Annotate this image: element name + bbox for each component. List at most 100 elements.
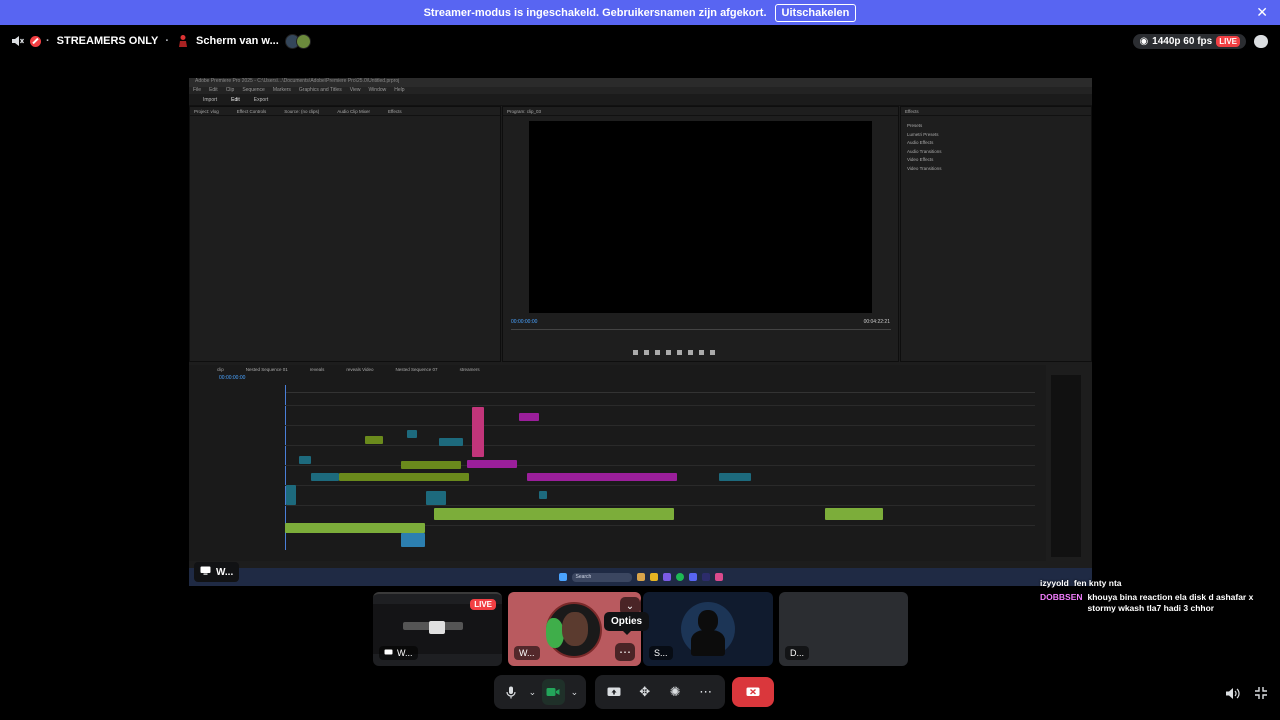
premiere-title-bar: Adobe Premiere Pro 2025 - C:\Users\...\D…	[189, 78, 1092, 87]
program-timecode: 00:00:00:00	[511, 319, 538, 325]
live-badge: LIVE	[470, 599, 496, 610]
activities-icon[interactable]: ✥	[632, 679, 659, 705]
effects-list: Presets Lumetri Presets Audio Effects Au…	[907, 122, 1091, 173]
mic-icon[interactable]	[500, 679, 523, 705]
participant-tile[interactable]: D...	[779, 592, 908, 666]
screen-share-video[interactable]: Adobe Premiere Pro 2025 - C:\Users\...\D…	[189, 78, 1092, 586]
channel-name[interactable]: STREAMERS ONLY	[57, 35, 159, 47]
viewer-avatars[interactable]	[284, 33, 311, 49]
menu-item: File	[193, 87, 202, 93]
timeline-ruler	[285, 383, 1035, 393]
options-tooltip: Opties	[604, 612, 650, 635]
avatar	[295, 33, 311, 49]
separator: ·	[46, 35, 50, 47]
discord-stream-view: Streamer-modus is ingeschakeld. Gebruike…	[0, 0, 1280, 720]
timeline-clip	[472, 407, 484, 457]
chevron-down-icon[interactable]: ⌄	[527, 679, 538, 705]
quality-text: 1440p 60 fps	[1152, 35, 1213, 47]
separator: ·	[165, 35, 170, 47]
panel-tab: Audio Clip Mixer	[337, 108, 370, 114]
effects-item: Presets	[907, 123, 923, 128]
tile-label: S...	[649, 646, 673, 660]
camera-icon[interactable]	[542, 679, 565, 705]
menu-item: Sequence	[242, 87, 265, 93]
chat-username: DOBBSEN	[1040, 592, 1083, 602]
timeline-clip	[401, 533, 425, 547]
tile-name: W...	[519, 648, 535, 658]
chevron-down-icon[interactable]: ⌄	[569, 679, 580, 705]
timeline-tab: streamers	[459, 366, 480, 372]
avatar-figure	[691, 630, 725, 656]
track-line	[285, 405, 1035, 406]
close-icon[interactable]: ✕	[1256, 4, 1268, 21]
effects-item: Audio Transitions	[907, 148, 942, 154]
program-monitor: Program: clip_03 00:00:00:00 00:04:22:21	[502, 106, 899, 362]
no-entry-icon	[30, 35, 41, 47]
screen-share-icon	[429, 621, 445, 634]
transport-controls	[633, 350, 783, 356]
quality-icon: ◉	[1139, 35, 1149, 47]
more-icon[interactable]: ⋯	[693, 679, 720, 705]
track-line	[285, 425, 1035, 426]
chat-overlay: izyyold fen knty nta DOBBSEN khouya bina…	[1040, 578, 1275, 617]
timeline-clip	[339, 473, 469, 481]
windows-taskbar: Search	[189, 568, 1092, 586]
voice-controls: ⌄ ⌄	[494, 675, 586, 709]
chat-icon[interactable]	[1254, 34, 1268, 48]
activity-group: ✥ ✺ ⋯	[595, 675, 725, 709]
screen-share-label: W...	[194, 562, 240, 582]
chat-message: DOBBSEN khouya bina reaction ela disk d …	[1040, 592, 1275, 614]
effects-item: Video Transitions	[907, 165, 942, 171]
disable-streamer-mode-button[interactable]: Uitschakelen	[774, 3, 857, 22]
stream-header: · STREAMERS ONLY · Scherm van w... ◉ 144…	[0, 28, 1280, 54]
folder-icon	[649, 573, 658, 581]
timeline-clip	[365, 436, 383, 444]
volume-icon[interactable]	[1224, 685, 1240, 701]
participant-tile-screen[interactable]: LIVE W...	[373, 592, 502, 666]
timeline-clip	[825, 508, 883, 520]
control-icon	[655, 350, 660, 355]
stream-title[interactable]: Scherm van w...	[196, 35, 279, 47]
timeline-clip	[401, 461, 461, 469]
more-options-icon[interactable]: ⋯	[615, 643, 635, 661]
tile-label: D...	[785, 646, 810, 660]
chat-username: izyyold	[1040, 578, 1069, 588]
menu-item: Edit	[209, 87, 218, 93]
screen-share-icon[interactable]	[601, 679, 628, 705]
timeline-clip	[519, 413, 539, 421]
collapse-icon[interactable]	[1253, 685, 1269, 701]
windows-start-icon	[558, 573, 567, 581]
disconnect-icon[interactable]	[732, 677, 774, 707]
menu-item: Window	[368, 87, 387, 93]
tile-name: D...	[790, 648, 805, 658]
timeline-tab: reveals Video	[346, 366, 374, 372]
timeline-clip	[439, 438, 463, 446]
menu-item: Graphics and Titles	[298, 87, 342, 93]
avatar	[681, 602, 735, 656]
control-icon	[688, 350, 693, 355]
panel-tab: Effect Controls	[236, 108, 267, 114]
project-panel: Project: vlog Effect Controls Source: (n…	[189, 106, 501, 362]
timeline-tab: clip	[217, 366, 224, 372]
tile-label: W...	[379, 646, 418, 660]
volume-muted-icon[interactable]	[10, 34, 24, 48]
soundboard-icon[interactable]: ✺	[662, 679, 689, 705]
chat-text: khouya bina reaction ela disk d ashafar …	[1087, 592, 1254, 613]
timeline-clip	[527, 473, 677, 481]
timeline-clip	[407, 430, 417, 438]
avatar	[546, 602, 602, 658]
scrubber	[511, 329, 891, 330]
screen-icon	[384, 648, 393, 658]
timeline-clip	[434, 508, 674, 520]
menu-item: Help	[394, 87, 405, 93]
program-head: Program: clip_03	[503, 107, 898, 116]
control-icon	[699, 350, 704, 355]
chat-message: izyyold fen knty nta	[1040, 578, 1275, 589]
timeline-tabs: clip Nested Sequence 01 reveals reveals …	[189, 365, 1046, 373]
program-label: Program: clip_03	[507, 108, 542, 114]
participant-tile[interactable]: S...	[643, 592, 773, 666]
timeline-clip	[539, 491, 547, 499]
header-right: ◉ 1440p 60 fps LIVE	[1133, 28, 1268, 54]
timeline-timecode: 00:00:00:00	[219, 375, 246, 381]
stream-quality[interactable]: ◉ 1440p 60 fps LIVE	[1133, 33, 1246, 49]
